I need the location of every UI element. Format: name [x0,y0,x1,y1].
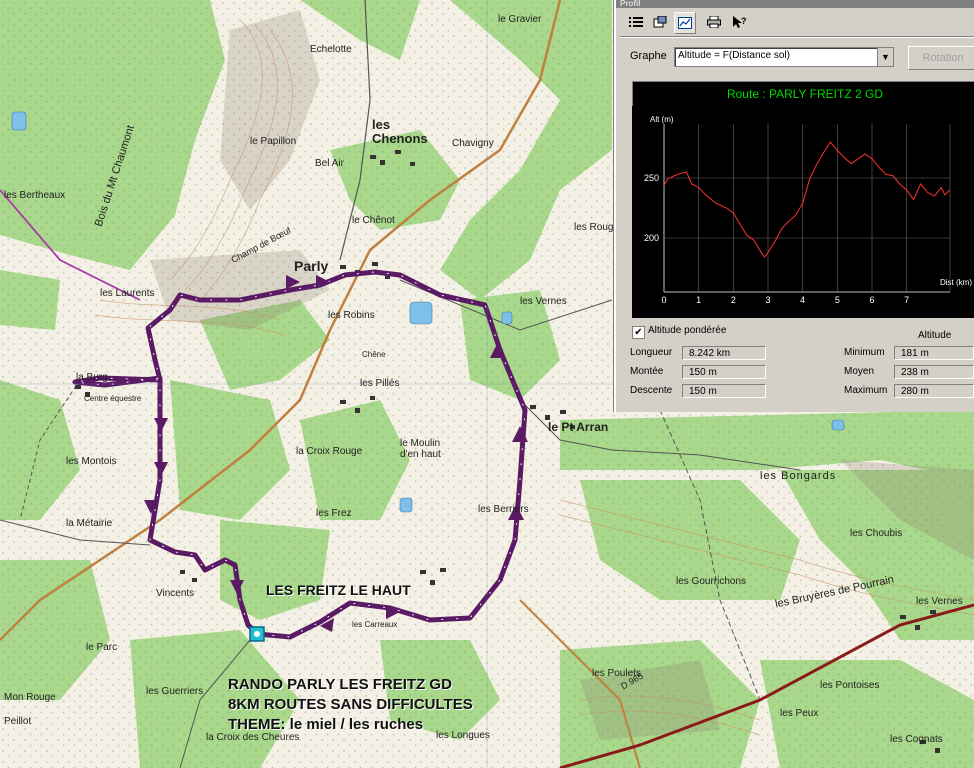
place-choubis: les Choubis [850,528,903,539]
place-longues: les Longues [436,730,490,741]
place-chesne: Chêne [362,350,386,359]
weighted-altitude-checkbox[interactable]: ✔ [632,326,645,339]
stat-longueur-value: 8.242 km [682,346,766,360]
profile-titlebar[interactable]: Profil [616,0,974,8]
x-tick-label: 2 [731,295,736,305]
place-vincents: Vincents [156,588,195,599]
place-croixrouge: la Croix Rouge [296,446,363,457]
altitude-profile-chart[interactable]: Alt (m) Dist (km) 0 1 2 3 4 5 6 7 200 250 [632,106,974,318]
stat-descente-value: 150 m [682,384,766,398]
x-tick-label: 6 [869,295,874,305]
place-berries: les Berriers [478,504,529,515]
place-carreaux: les Carreaux [352,620,398,629]
place-peillot: Peillot [4,716,32,727]
place-papillon: le Papillon [250,136,297,147]
toolbar-separator [620,36,974,38]
place-parc: le Parc [86,642,118,653]
x-tick-label: 0 [661,295,666,305]
waypoint-label: LES FREITZ LE HAUT [266,582,411,598]
place-vernes: les Vernes [520,296,567,307]
place-gourrichons: les Gourrichons [676,576,747,587]
place-robins: les Robins [328,310,375,321]
place-chavigny: Chavigny [452,138,494,149]
help-icon[interactable]: ? [730,12,750,32]
place-metairie: la Métairie [66,518,113,529]
place-belair: Bel Air [315,158,344,169]
place-berthaux: les Bertheaux [4,190,66,201]
place-laburg: la Burg [76,372,108,383]
list-icon[interactable] [626,12,646,32]
place-peux: les Peux [780,708,819,719]
stat-moyen-value: 238 m [894,365,974,379]
x-axis-label: Dist (km) [940,278,972,287]
y-tick-label: 250 [644,173,659,183]
place-chenons: les Chenons [372,117,428,146]
graph-type-value: Altitude = F(Distance sol) [678,50,790,61]
place-pontoises: les Pontoises [820,680,880,691]
svg-text:?: ? [741,16,747,26]
place-cognats: les Cognats [890,734,943,745]
window-icon[interactable] [650,12,670,32]
stat-minimum-label: Minimum [844,347,885,358]
stat-montee-value: 150 m [682,365,766,379]
place-bongards: les Bongards [760,470,837,482]
hike-theme: THEME: le miel / les ruches [228,716,424,733]
place-frez: les Frez [316,508,352,519]
place-pilles: les Pillés [360,378,400,389]
place-gravier: le Gravier [498,14,542,25]
place-parly: Parly [294,258,329,274]
chevron-down-icon[interactable]: ▼ [877,48,893,66]
place-moulin: le Moulin d'en haut [400,438,441,460]
place-laurents: les Laurents [100,288,155,299]
place-vernes2: les Vernes [916,596,963,607]
profile-chart-icon[interactable] [674,12,696,34]
place-arran: le Pt Arran [548,420,609,434]
rotation-button[interactable]: Rotation [908,46,974,70]
stat-montee-label: Montée [630,366,664,377]
y-axis-label: Alt (m) [650,115,674,124]
altitude-header: Altitude [918,330,952,341]
stat-longueur-label: Longueur [630,347,673,358]
stat-moyen-label: Moyen [844,366,875,377]
x-tick-label: 3 [765,295,770,305]
hike-title: RANDO PARLY LES FREITZ GD [228,676,452,693]
x-tick-label: 1 [696,295,701,305]
place-guerriers: les Guerriers [146,686,204,697]
graph-type-select[interactable]: Altitude = F(Distance sol) ▼ [674,47,894,67]
profile-window[interactable]: Profil ? Graphe Altitude = F(Distance so… [614,0,974,412]
x-tick-label: 4 [800,295,805,305]
print-icon[interactable] [704,12,724,32]
route-title: Route : PARLY FREITZ 2 GD [726,87,884,101]
stat-maximum-label: Maximum [844,385,888,396]
y-tick-label: 200 [644,233,659,243]
route-title-bar: Route : PARLY FREITZ 2 GD [632,81,974,107]
x-tick-label: 7 [904,295,909,305]
place-echelotte: Echelotte [310,44,352,55]
hike-subtitle: 8KM ROUTES SANS DIFFICULTES [228,696,473,713]
weighted-altitude-label: Altitude pondérée [648,325,727,336]
stat-descente-label: Descente [630,385,673,396]
place-croixcheures: la Croix des Cheures [206,732,300,743]
profile-title: Profil [620,0,641,8]
place-chenot: le Chênot [352,215,395,226]
graph-label: Graphe [630,50,667,62]
place-monrouge: Mon Rouge [4,692,56,703]
x-tick-label: 5 [835,295,840,305]
stat-maximum-value: 280 m [894,384,974,398]
place-montois: les Montois [66,456,117,467]
stat-minimum-value: 181 m [894,346,974,360]
place-equestre: Centre équestre [84,394,142,403]
